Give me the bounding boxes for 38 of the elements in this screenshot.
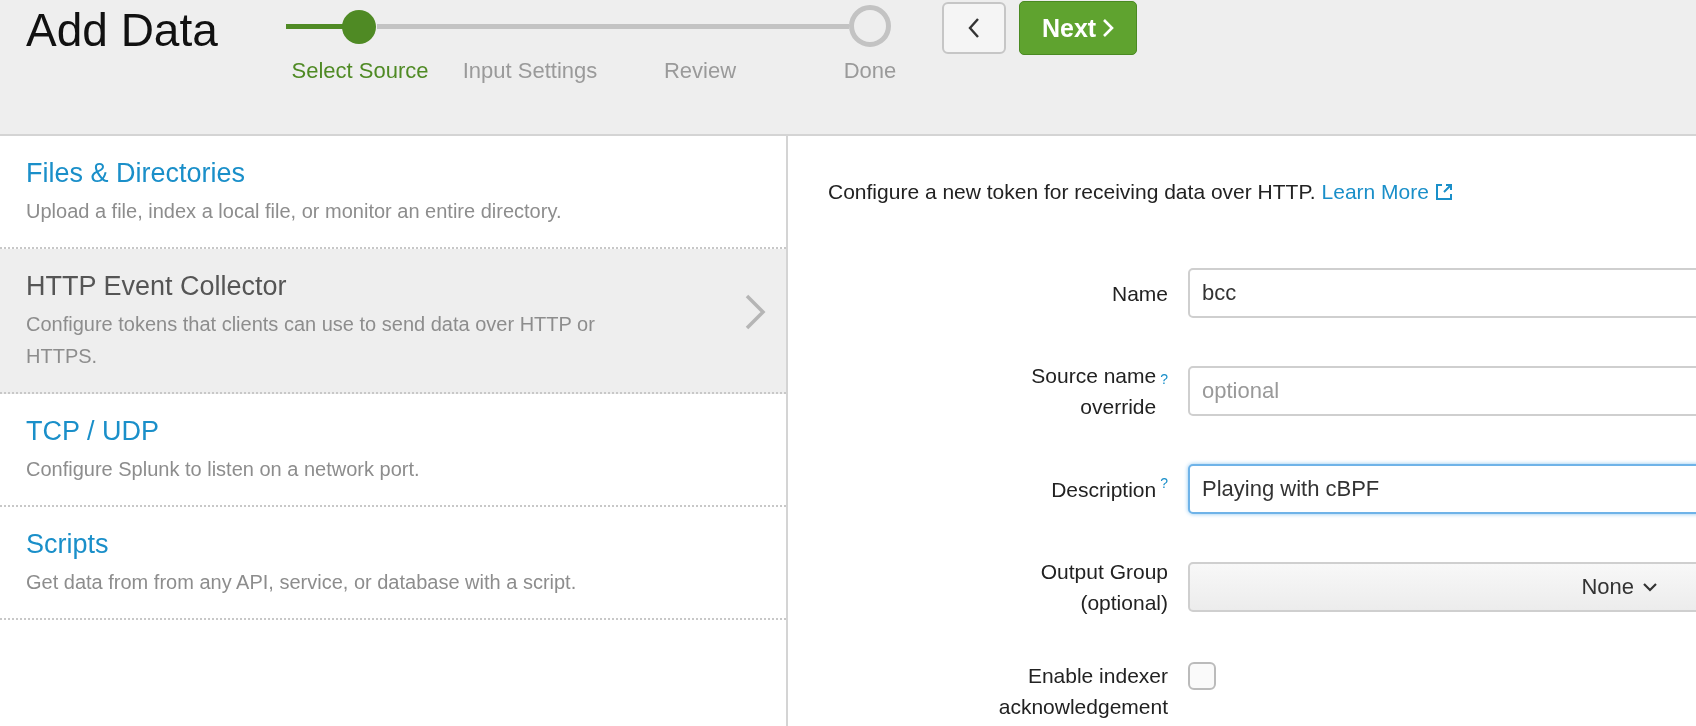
source-title: HTTP Event Collector [26,271,288,302]
page-title: Add Data [26,3,219,58]
source-title: TCP / UDP [26,416,161,447]
help-mark[interactable]: ? [1160,468,1168,499]
next-button[interactable]: Next [1019,1,1138,55]
chevron-right-icon [744,293,766,331]
source-description: Configure Splunk to listen on a network port. [26,457,421,482]
source-item[interactable]: Scripts Get data from from any API, service, or database with a script. [0,507,786,620]
checkbox[interactable] [1188,662,1216,690]
text-field[interactable]: optional [1188,366,1696,416]
field-label: Source name override [1030,363,1157,420]
step-label: Input Settings [461,58,599,84]
back-button[interactable] [942,2,1006,54]
source-title: Files & Directories [26,158,247,189]
field-label: Output Group (optional) [1039,559,1168,616]
external-link-icon [1434,183,1453,201]
source-item[interactable]: TCP / UDP Configure Splunk to listen on a network port. [0,394,786,507]
field-label: Enable indexer acknowledgement [997,663,1168,720]
progress-fill [286,24,343,29]
chevron-left-icon [967,17,981,39]
source-description: Configure tokens that clients can use to send data over HTTP or HTTPS. [26,312,596,369]
source-item[interactable]: HTTP Event Collector Configure tokens that clients can use to send data over HTTP or HTTPS. [0,249,786,394]
source-title: Scripts [26,529,110,560]
chevron-right-icon [1102,18,1115,38]
output-group-dropdown[interactable]: None [1188,562,1696,612]
field-label: Description [1051,476,1157,503]
source-description: Get data from from any API, service, or database with a script. [26,570,578,595]
text-field[interactable]: bcc [1188,268,1696,318]
intro-text: Configure a new token for receiving data over HTTP. [828,180,1316,204]
step-label: Review [662,58,738,84]
source-description: Upload a file, index a local file, or monitor an entire directory. [26,199,563,224]
chevron-down-icon [1642,581,1658,593]
help-mark[interactable]: ? [1160,364,1168,395]
step-label: Select Source [290,58,430,84]
field-label: Name [1111,280,1168,307]
step-label: Done [842,58,898,84]
text-field[interactable]: Playing with cBPF [1188,464,1696,514]
learn-more-link[interactable]: Learn More [1321,180,1429,204]
